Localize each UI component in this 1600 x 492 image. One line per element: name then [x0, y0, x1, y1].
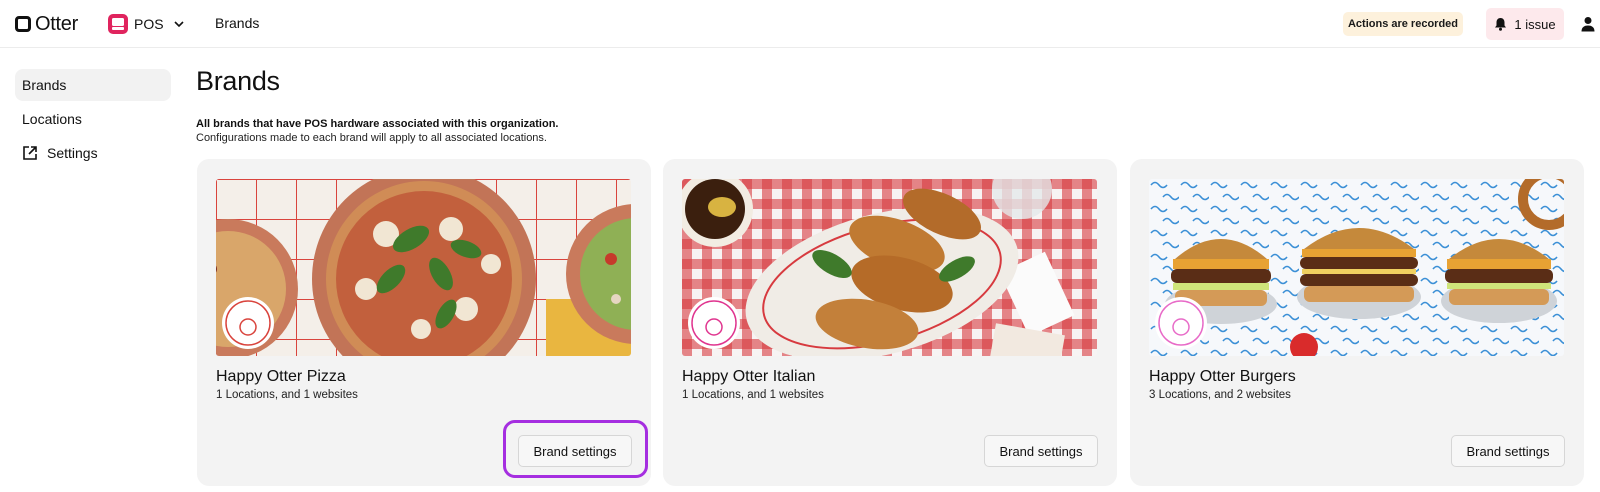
brand-meta: 1 Locations, and 1 websites: [216, 389, 358, 401]
product-switcher[interactable]: POS: [108, 12, 185, 36]
issues-button[interactable]: 1 issue: [1486, 8, 1564, 40]
brand-name: Happy Otter Burgers: [1149, 368, 1296, 385]
brand-card-burgers: Happy Otter Burgers 3 Locations, and 2 w…: [1130, 159, 1584, 486]
user-icon[interactable]: [1581, 16, 1595, 32]
brand-image-italian: [682, 179, 1097, 356]
brand-settings-button-italian[interactable]: Brand settings: [984, 435, 1098, 467]
page-description-bold: All brands that have POS hardware associ…: [196, 118, 559, 130]
top-bar: Otter POS Brands Actions are recorded 1 …: [0, 0, 1600, 48]
sidebar-item-locations[interactable]: Locations: [15, 103, 171, 135]
sidebar-item-label: Locations: [22, 111, 82, 127]
product-label: POS: [134, 16, 164, 32]
pos-icon: [108, 14, 128, 34]
brand-name: Happy Otter Italian: [682, 368, 816, 385]
brand-image-burgers: [1149, 179, 1564, 356]
brand-card-italian: Happy Otter Italian 1 Locations, and 1 w…: [663, 159, 1117, 486]
brand-meta: 3 Locations, and 2 websites: [1149, 389, 1291, 401]
brand-name: Happy Otter Pizza: [216, 368, 346, 385]
logo-text: Otter: [35, 12, 78, 35]
brand-meta: 1 Locations, and 1 websites: [682, 389, 824, 401]
chevron-down-icon: [173, 18, 185, 30]
sidebar-item-settings[interactable]: Settings: [15, 137, 171, 169]
bell-icon: [1494, 17, 1507, 31]
page-description: Configurations made to each brand will a…: [196, 132, 547, 144]
sidebar-item-brands[interactable]: Brands: [15, 69, 171, 101]
external-link-icon: [22, 145, 38, 161]
actions-recorded-badge: Actions are recorded: [1343, 12, 1463, 36]
issues-label: 1 issue: [1514, 16, 1556, 32]
sidebar-item-label: Brands: [22, 77, 67, 93]
brand-image-pizza: [216, 179, 631, 356]
otter-logo-icon: [15, 16, 31, 32]
breadcrumb: Brands: [215, 15, 260, 31]
brand-settings-button-burgers[interactable]: Brand settings: [1451, 435, 1565, 467]
brand-card-pizza: Happy Otter Pizza 1 Locations, and 1 web…: [197, 159, 651, 486]
sidebar-item-label: Settings: [47, 145, 98, 161]
page-title: Brands: [196, 66, 280, 96]
brand-settings-button-pizza[interactable]: Brand settings: [518, 435, 632, 467]
otter-logo[interactable]: Otter: [15, 12, 78, 36]
